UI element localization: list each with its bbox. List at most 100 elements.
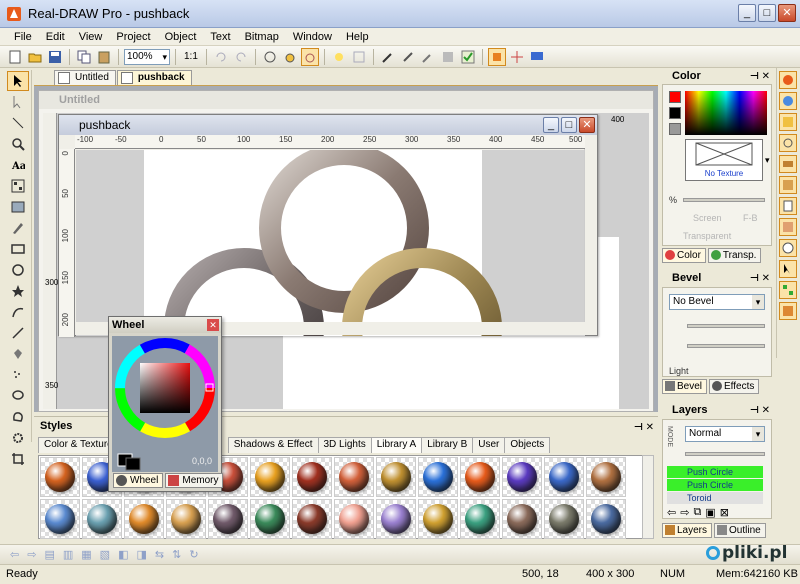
tab-library-a[interactable]: Library A (370, 437, 423, 453)
paste-button[interactable] (95, 48, 113, 66)
eyedropper-button[interactable] (379, 48, 397, 66)
bevel-slider-2[interactable] (687, 344, 765, 348)
zoom-tool[interactable] (7, 134, 29, 154)
side-grid-button[interactable] (779, 281, 797, 299)
color-wheel-area[interactable]: 0,0,0 (112, 336, 218, 472)
crop-tool[interactable] (7, 449, 29, 469)
back-icon[interactable]: ◨ (136, 548, 146, 561)
light-button[interactable] (330, 48, 348, 66)
menu-view[interactable]: View (73, 31, 109, 43)
doc-close-button[interactable]: ✕ (579, 117, 595, 133)
color-spectrum[interactable] (685, 91, 767, 135)
tab-objects[interactable]: Objects (504, 437, 551, 453)
style-swatch[interactable] (376, 499, 416, 539)
tab-outline[interactable]: Outline (714, 523, 766, 538)
shape-tool-c-button[interactable] (300, 47, 319, 66)
grid-button[interactable] (350, 48, 368, 66)
side-color-button[interactable] (779, 71, 797, 89)
style-swatch[interactable] (460, 499, 500, 539)
texture-preview[interactable]: No Texture (685, 139, 763, 181)
canvas-vertical-scrollbar[interactable] (584, 149, 597, 323)
save-button[interactable] (46, 48, 64, 66)
texture-dropdown-arrow[interactable]: ▾ (765, 155, 770, 166)
layer-duplicate-icon[interactable]: ⧉ (693, 506, 701, 519)
style-swatch[interactable] (586, 457, 626, 497)
blend-mode-select[interactable]: Normal (685, 426, 765, 442)
rotate-icon[interactable]: ↻ (189, 548, 198, 561)
menu-bitmap[interactable]: Bitmap (239, 31, 285, 43)
new-file-button[interactable] (6, 48, 24, 66)
text-tool[interactable]: Aa (7, 155, 29, 175)
style-swatch[interactable] (544, 499, 584, 539)
wheel-close-button[interactable]: ✕ (207, 319, 219, 331)
menu-file[interactable]: File (8, 31, 38, 43)
tab-effects[interactable]: Effects (709, 379, 760, 394)
copy-button[interactable] (75, 48, 93, 66)
arrow-left-icon[interactable]: ⇦ (667, 506, 676, 519)
style-swatch[interactable] (40, 457, 80, 497)
line-tool[interactable] (7, 323, 29, 343)
style-swatch[interactable] (460, 457, 500, 497)
bevel-panel-controls[interactable]: ⊣ ✕ (750, 271, 770, 287)
style-swatch[interactable] (334, 457, 374, 497)
tab-layers[interactable]: Layers (662, 523, 713, 538)
shape-tool-b-button[interactable] (281, 48, 299, 66)
flip-h-icon[interactable]: ⇆ (155, 548, 164, 561)
menu-edit[interactable]: Edit (40, 31, 71, 43)
tab-color-texture[interactable]: Color & Texture (38, 437, 119, 453)
style-swatch[interactable] (124, 499, 164, 539)
style-swatch[interactable] (208, 499, 248, 539)
pen-tool[interactable] (7, 218, 29, 238)
bevel-slider-1[interactable] (687, 324, 765, 328)
side-shape-button[interactable] (779, 134, 797, 152)
undo-button[interactable] (212, 48, 230, 66)
menu-help[interactable]: Help (340, 31, 375, 43)
style-swatch[interactable] (586, 499, 626, 539)
menu-window[interactable]: Window (287, 31, 338, 43)
side-extra-button[interactable] (779, 302, 797, 320)
curve-tool[interactable] (7, 302, 29, 322)
style-swatch[interactable] (376, 457, 416, 497)
brush-button[interactable] (399, 48, 417, 66)
layer-row[interactable]: Toroid (667, 492, 763, 504)
extra-color-swatch[interactable] (669, 123, 681, 135)
tab-transp[interactable]: Transp. (707, 248, 762, 263)
fill-tool[interactable] (7, 344, 29, 364)
style-swatch[interactable] (166, 499, 206, 539)
monitor-button[interactable] (528, 48, 546, 66)
style-swatch[interactable] (418, 499, 458, 539)
style-swatch[interactable] (418, 457, 458, 497)
layer-new-icon[interactable]: ▣ (705, 506, 715, 519)
color-panel-controls[interactable]: ⊣ ✕ (750, 69, 770, 85)
side-gradient-button[interactable] (779, 218, 797, 236)
style-swatch[interactable] (40, 499, 80, 539)
background-color-swatch[interactable] (669, 107, 681, 119)
pointer-tool[interactable] (7, 71, 29, 91)
style-swatch[interactable] (334, 499, 374, 539)
tab-memory[interactable]: Memory (165, 473, 224, 488)
side-bevel-button[interactable] (779, 113, 797, 131)
tab-pushback[interactable]: pushback (116, 70, 192, 85)
side-text-button[interactable] (779, 197, 797, 215)
side-wheel-button[interactable] (779, 92, 797, 110)
layer-row[interactable]: Push Circle (667, 479, 763, 491)
rectangle-tool[interactable] (7, 239, 29, 259)
style-swatch[interactable] (544, 457, 584, 497)
doc-minimize-button[interactable]: _ (543, 117, 559, 133)
gear-tool[interactable] (7, 428, 29, 448)
tab-wheel[interactable]: Wheel (113, 473, 164, 488)
node-tool[interactable] (7, 92, 29, 112)
style-swatch[interactable] (292, 499, 332, 539)
spray-tool[interactable] (7, 365, 29, 385)
style-swatch[interactable] (292, 457, 332, 497)
side-layers-button[interactable] (779, 155, 797, 173)
wheel-panel[interactable]: Wheel ✕ 0,0,0 Wheel Memory (108, 316, 224, 492)
freeform-tool[interactable] (7, 407, 29, 427)
flip-v-icon[interactable]: ⇅ (172, 548, 181, 561)
image-tool[interactable] (7, 197, 29, 217)
layer-row[interactable]: Push Circle (667, 466, 763, 478)
tab-bevel[interactable]: Bevel (662, 379, 708, 394)
tab-shadows-effect[interactable]: Shadows & Effect (227, 437, 319, 453)
bitmap-tool[interactable] (7, 176, 29, 196)
distribute-icon[interactable]: ▥ (63, 548, 73, 561)
